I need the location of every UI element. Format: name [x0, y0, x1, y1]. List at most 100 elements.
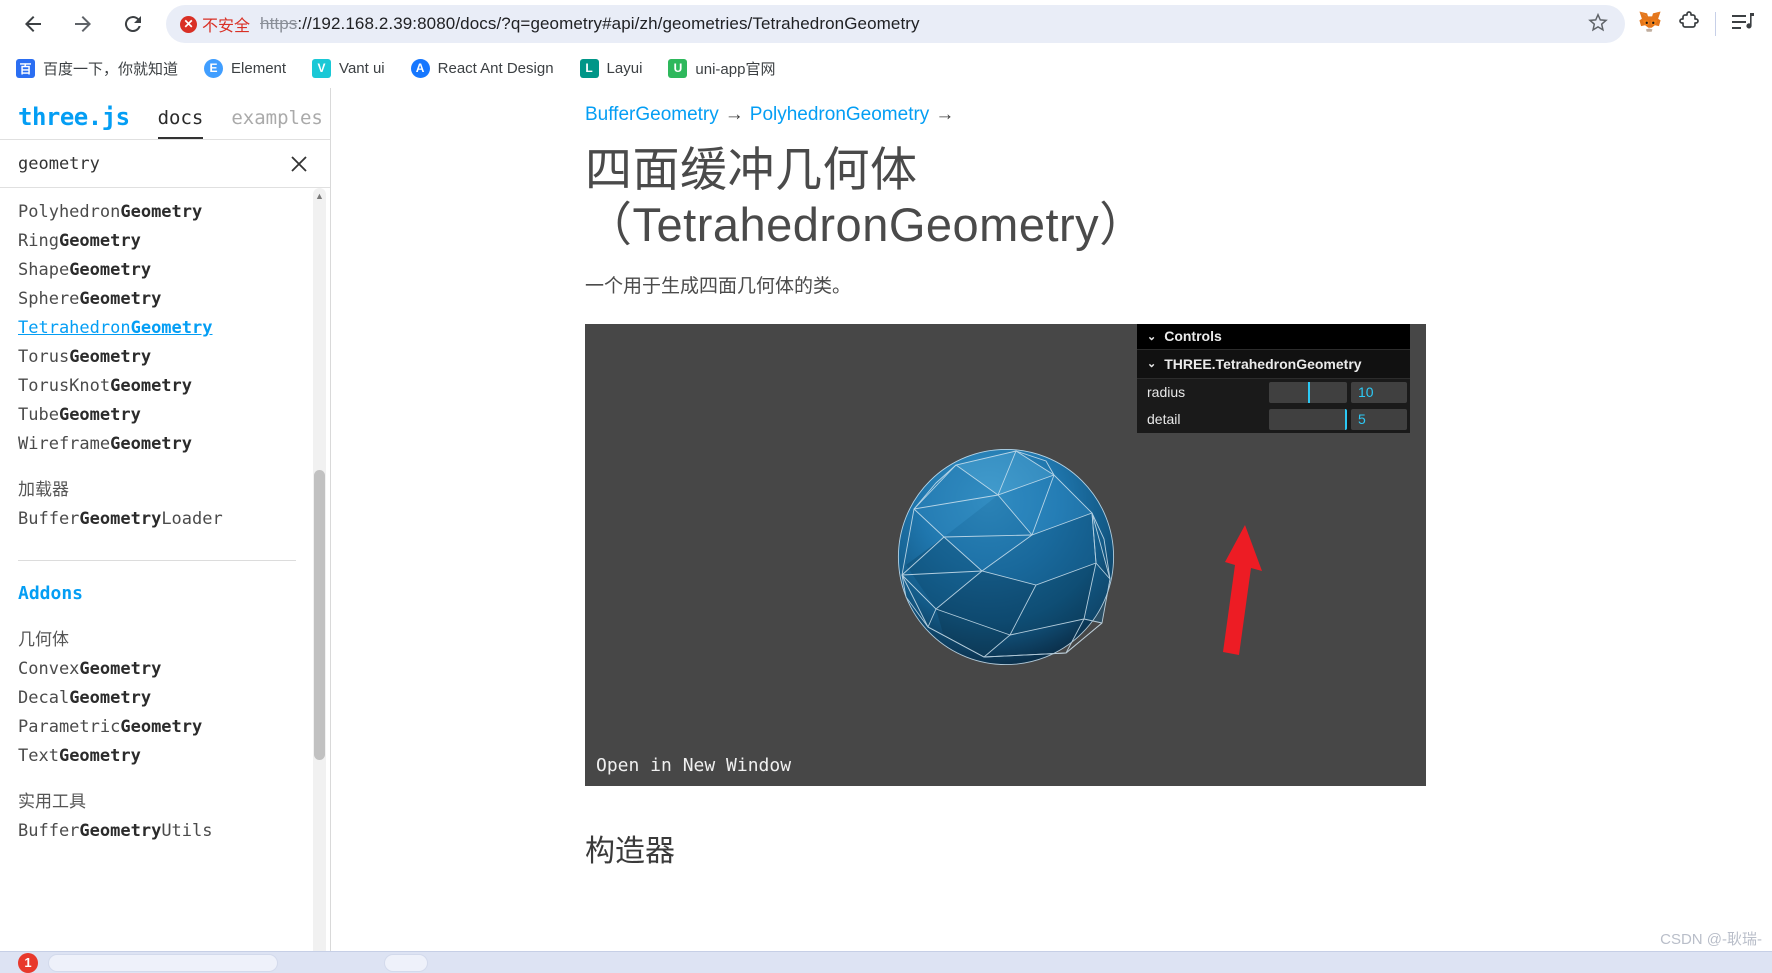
sidebar-item-wireframegeometry[interactable]: WireframeGeometry [18, 430, 330, 459]
breadcrumb-link-buffergeometry[interactable]: BufferGeometry [585, 104, 719, 125]
sidebar-item-shapegeometry[interactable]: ShapeGeometry [18, 256, 330, 285]
sidebar-item-ringgeometry[interactable]: RingGeometry [18, 227, 330, 256]
sidebar-item-spheregeometry[interactable]: SphereGeometry [18, 285, 330, 314]
example-viewer[interactable]: ⌄ Controls ⌄ THREE.TetrahedronGeometry r… [585, 323, 1426, 786]
detail-slider[interactable] [1269, 408, 1347, 430]
detail-slider-knob[interactable] [1344, 408, 1347, 430]
gui-title-bar[interactable]: ⌄ Controls [1137, 323, 1410, 350]
sidebar-item-polyhedrongeometry[interactable]: PolyhedronGeometry [18, 198, 330, 227]
bookmark-uni-app[interactable]: U uni-app官网 [668, 58, 775, 79]
back-button[interactable] [10, 4, 56, 44]
url-scheme: https [260, 14, 298, 33]
sidebar-item-buffergeometryloader[interactable]: BufferGeometryLoader [18, 505, 330, 534]
browser-bottom-strip: 1 [0, 951, 1772, 973]
toolbar-divider [1715, 12, 1716, 36]
threejs-logo[interactable]: three.js [18, 103, 130, 139]
bookmark-layui[interactable]: L Layui [579, 58, 642, 78]
entry-prefix: Decal [18, 688, 70, 708]
bookmark-star-icon[interactable] [1587, 11, 1609, 38]
scrollbar-thumb[interactable] [314, 470, 325, 760]
sidebar-scrollbar[interactable]: ▲ ▼ [313, 188, 326, 969]
radius-slider-knob[interactable] [1308, 381, 1310, 403]
entry-suffix: Geometry [79, 509, 162, 529]
browser-chrome: ✕ 不安全 https://192.168.2.39:8080/docs/?q=… [0, 0, 1772, 88]
entry-tail: Utils [161, 821, 213, 841]
page-title-cn: 四面缓冲几何体 [585, 143, 918, 196]
gui-title-label: Controls [1164, 328, 1222, 345]
bottom-strip-field[interactable] [48, 953, 278, 972]
bookmark-label: uni-app官网 [695, 60, 776, 78]
gui-controls-panel[interactable]: ⌄ Controls ⌄ THREE.TetrahedronGeometry r… [1137, 323, 1410, 433]
bookmark-react-ant-design[interactable]: A React Ant Design [410, 58, 554, 78]
docs-main-content: BufferGeometry → PolyhedronGeometry → 四面缓冲几… [331, 88, 1772, 973]
sidebar-search-row [0, 140, 330, 188]
entry-suffix: Geometry [58, 405, 141, 425]
entry-suffix: Geometry [58, 231, 141, 251]
gui-folder-tetrahedrongeometry[interactable]: ⌄ THREE.TetrahedronGeometry [1137, 349, 1410, 379]
bookmark-baidu[interactable]: 百 百度一下，你就知道 [16, 58, 178, 79]
sidebar-item-convexgeometry[interactable]: ConvexGeometry [18, 655, 330, 684]
entry-suffix: Geometry [69, 688, 152, 708]
not-secure-icon: ✕ [180, 15, 197, 33]
gui-label-detail: detail [1147, 411, 1181, 428]
entry-suffix: Geometry [110, 376, 193, 396]
entry-suffix: Geometry [120, 717, 203, 737]
entry-suffix: Geometry [120, 202, 203, 222]
entry-tail: Loader [161, 509, 223, 529]
tab-docs[interactable]: docs [157, 107, 203, 139]
breadcrumb: BufferGeometry → PolyhedronGeometry → [585, 104, 1772, 126]
baidu-favicon: 百 [16, 58, 35, 78]
url-rest: ://192.168.2.39:8080/docs/?q=geometry#ap… [297, 14, 920, 33]
metamask-extension-icon[interactable] [1637, 9, 1663, 40]
entry-prefix: Convex [18, 659, 80, 679]
sidebar-header: three.js docs examples [0, 88, 330, 140]
vant-favicon: V [312, 58, 332, 78]
radius-value-field[interactable]: 10 [1351, 381, 1407, 403]
extensions-puzzle-icon[interactable] [1677, 10, 1701, 39]
page-subtitle: 一个用于生成四面几何体的类。 [585, 275, 852, 297]
sidebar-item-torusknotgeometry[interactable]: TorusKnotGeometry [18, 372, 330, 401]
sidebar-item-decalgeometry[interactable]: DecalGeometry [18, 684, 330, 713]
bookmark-vant-ui[interactable]: V Vant ui [312, 58, 385, 78]
layui-favicon: L [579, 58, 599, 78]
sidebar-item-tubegeometry[interactable]: TubeGeometry [18, 401, 330, 430]
scroll-up-arrow-icon[interactable]: ▲ [313, 188, 326, 203]
bottom-strip-button[interactable] [384, 953, 428, 972]
sidebar-item-textgeometry[interactable]: TextGeometry [18, 742, 330, 771]
detail-value-field[interactable]: 5 [1351, 408, 1407, 430]
tab-examples[interactable]: examples [231, 107, 323, 139]
entry-prefix: TorusKnot [18, 376, 111, 396]
breadcrumb-link-polyhedrongeometry[interactable]: PolyhedronGeometry [750, 104, 930, 125]
entry-suffix: Geometry [130, 318, 213, 338]
security-status[interactable]: ✕ 不安全 [180, 12, 250, 36]
radius-slider[interactable] [1269, 381, 1347, 403]
bookmark-element[interactable]: E Element [204, 58, 287, 78]
sidebar-item-parametricgeometry[interactable]: ParametricGeometry [18, 713, 330, 742]
sidebar-result-list[interactable]: PolyhedronGeometry RingGeometry ShapeGeo… [0, 188, 330, 973]
element-favicon: E [204, 58, 224, 78]
security-status-label: 不安全 [202, 18, 251, 35]
forward-arrow-icon [71, 12, 95, 36]
back-arrow-icon [21, 12, 45, 36]
sidebar-section-addons[interactable]: Addons [18, 579, 330, 609]
url-display[interactable]: https://192.168.2.39:8080/docs/?q=geomet… [260, 14, 1577, 34]
reload-button[interactable] [110, 4, 156, 44]
page-title: 四面缓冲几何体 （TetrahedronGeometry） [585, 142, 1772, 253]
media-playlist-icon[interactable] [1730, 10, 1756, 39]
search-input[interactable] [18, 153, 286, 174]
sidebar-item-buffergeometryutils[interactable]: BufferGeometryUtils [18, 817, 330, 846]
entry-suffix: Geometry [79, 659, 162, 679]
entry-prefix: Tube [18, 405, 59, 425]
browser-navigation-bar: ✕ 不安全 https://192.168.2.39:8080/docs/?q=… [0, 0, 1772, 48]
sidebar-item-tetrahedrongeometry[interactable]: TetrahedronGeometry [18, 314, 330, 343]
sidebar-group-utils: 实用工具 [18, 792, 86, 812]
entry-prefix: Wireframe [18, 434, 111, 454]
forward-button[interactable] [60, 4, 106, 44]
address-bar[interactable]: ✕ 不安全 https://192.168.2.39:8080/docs/?q=… [166, 5, 1625, 43]
sidebar-item-torusgeometry[interactable]: TorusGeometry [18, 343, 330, 372]
entry-suffix: Geometry [69, 347, 152, 367]
bookmark-label: Element [231, 59, 287, 77]
sidebar-group-loaders: 加载器 [18, 480, 69, 500]
open-in-new-window-link[interactable]: Open in New Window [596, 755, 791, 776]
close-icon[interactable] [286, 151, 312, 177]
